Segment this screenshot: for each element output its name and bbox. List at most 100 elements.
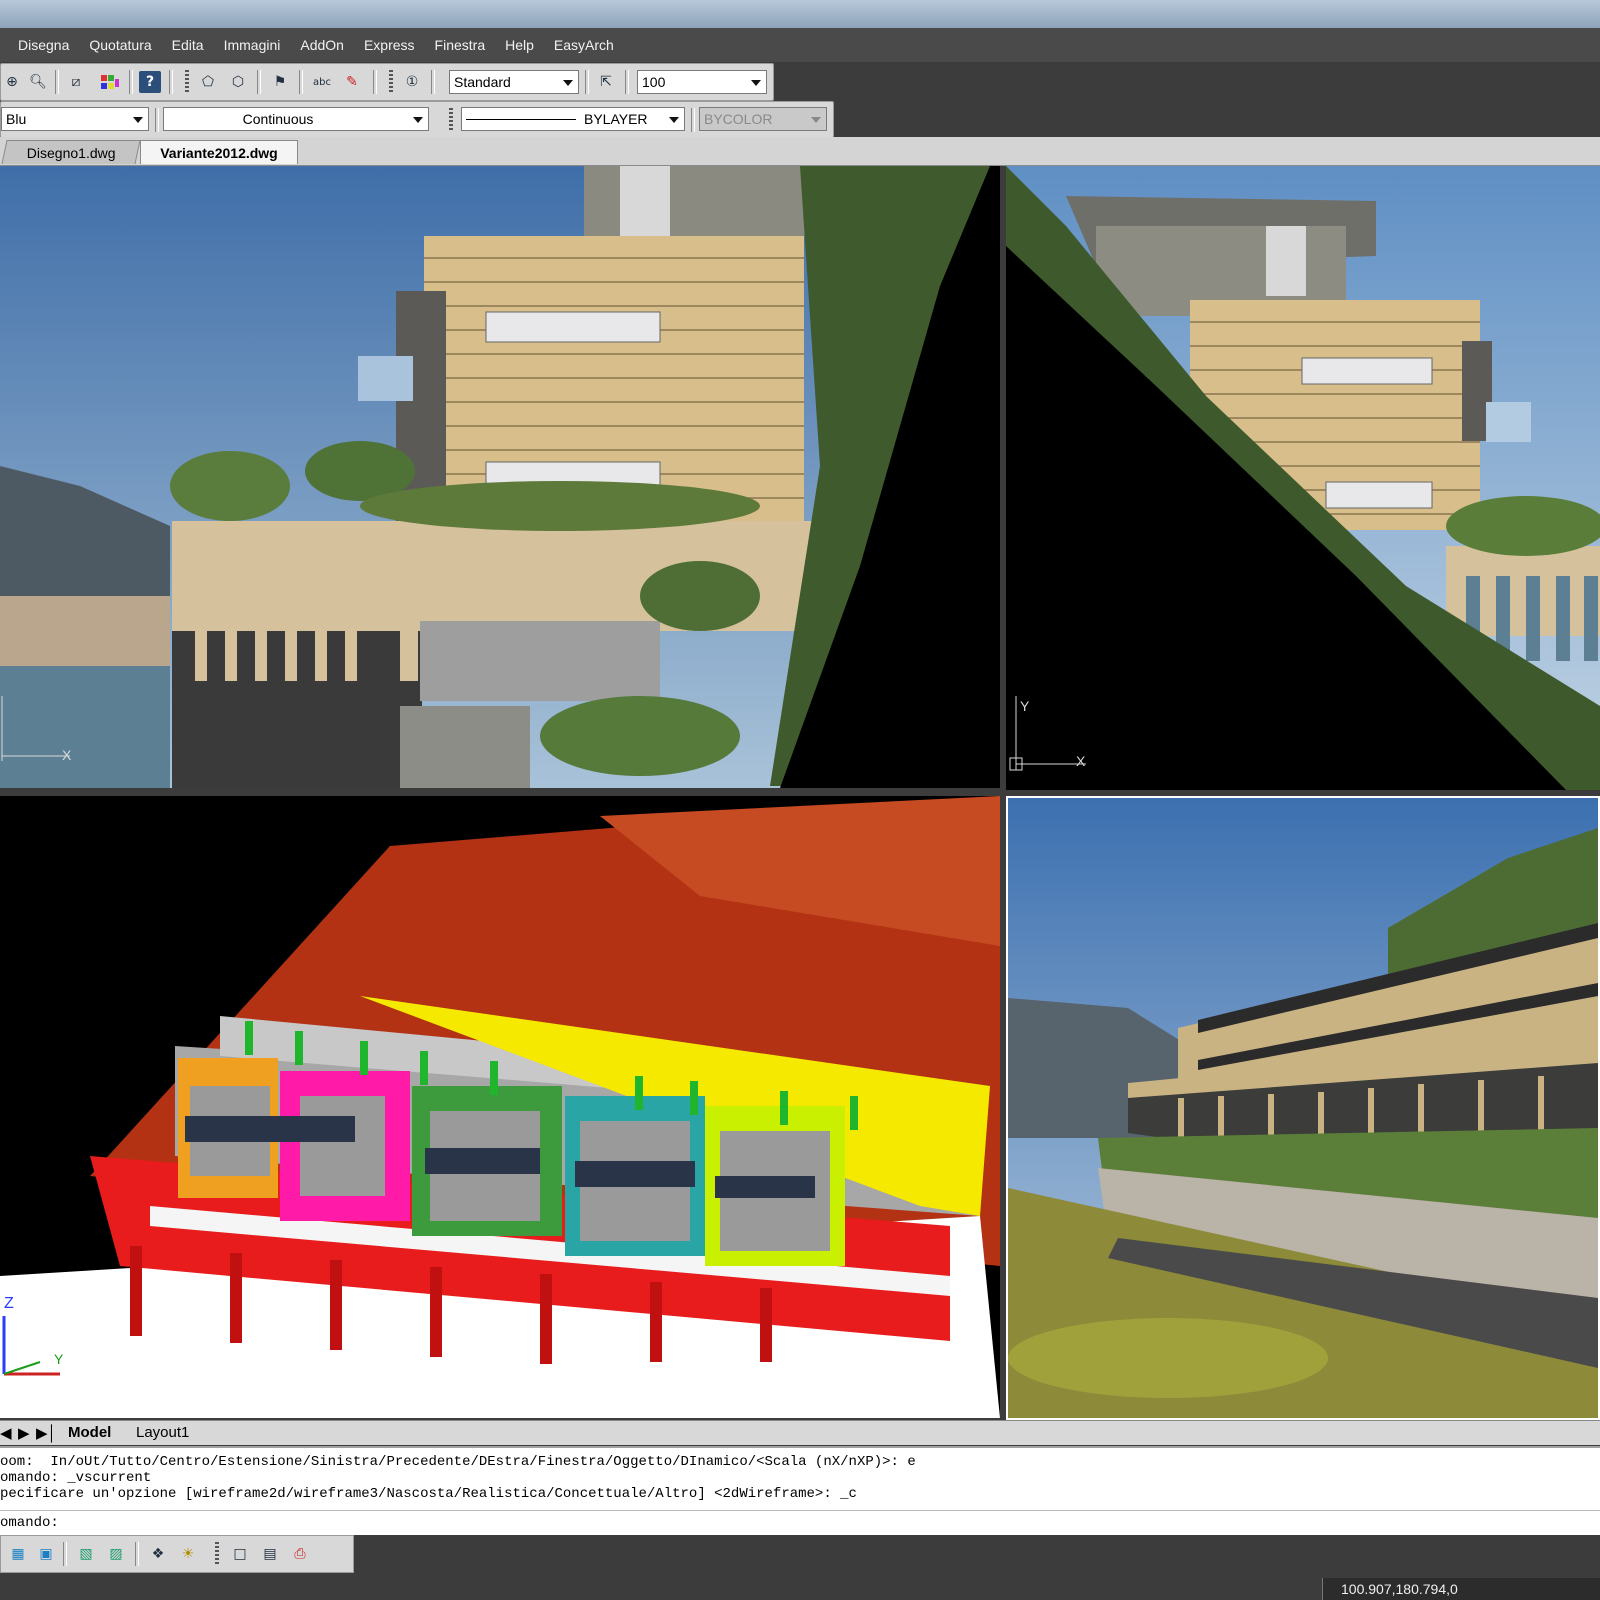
color-select[interactable]: Blu <box>1 107 149 131</box>
toolbar-separator <box>373 70 377 94</box>
toolbar-separator <box>55 70 59 94</box>
help-icon[interactable]: ? <box>139 71 161 93</box>
lineweight-sample <box>466 118 576 120</box>
perspective-render <box>1008 798 1598 1418</box>
menu-immagini[interactable]: Immagini <box>214 37 291 53</box>
properties-toolbar: Blu Continuous BYLAYER BYCOLOR <box>0 101 834 138</box>
toolbar-separator <box>257 70 261 94</box>
command-prompt[interactable]: omando: <box>0 1510 1600 1535</box>
toolbar-separator <box>135 1542 139 1566</box>
dimension-style-icon[interactable]: ⇱ <box>595 71 617 93</box>
viewport-bottom-left[interactable]: Z Y <box>0 796 1000 1418</box>
solid-icon[interactable]: ▣ <box>35 1543 57 1565</box>
text-style-icon[interactable]: ① <box>401 71 423 93</box>
lineweight-value: BYLAYER <box>584 111 648 127</box>
chevron-down-icon <box>811 117 821 123</box>
last-layout-icon[interactable]: ▶│ <box>36 1424 57 1442</box>
toolbar-separator <box>691 108 695 132</box>
lineweight-select[interactable]: BYLAYER <box>461 107 685 131</box>
toolbar-separator <box>625 70 629 94</box>
chevron-down-icon <box>133 117 143 123</box>
command-prompt-label: omando: <box>0 1515 59 1531</box>
first-layout-icon[interactable]: ◀ <box>0 1424 12 1442</box>
text-edit-icon[interactable]: ✎ <box>341 71 363 93</box>
tab-variante2012[interactable]: Variante2012.dwg <box>140 140 298 164</box>
menu-edita[interactable]: Edita <box>162 37 214 53</box>
color-palette-icon[interactable] <box>99 71 121 93</box>
zoom-previous-icon[interactable]: ⊕ <box>1 71 23 93</box>
scale-select[interactable]: 100 <box>637 70 767 94</box>
axis-y-label: Y <box>54 1351 64 1367</box>
menu-express[interactable]: Express <box>354 37 425 53</box>
camera-icon[interactable]: ▤ <box>259 1543 281 1565</box>
box-icon[interactable]: ▧ <box>75 1543 97 1565</box>
chevron-down-icon <box>669 117 679 123</box>
tab-label: Disegno1.dwg <box>26 144 116 161</box>
chevron-down-icon <box>413 117 423 123</box>
no-plot-icon[interactable]: ⧄ <box>65 71 87 93</box>
render-icon[interactable]: ▦ <box>7 1543 29 1565</box>
menu-help[interactable]: Help <box>495 37 544 53</box>
render-toolbar: ▦ ▣ ▧ ▨ ❖ ☀ □ ▤ ⎙ <box>0 1535 354 1573</box>
text-style-select[interactable]: Standard <box>449 70 579 94</box>
menu-addon[interactable]: AddOn <box>290 37 354 53</box>
toolbar-separator <box>129 70 133 94</box>
command-history-line: pecificare un'opzione [wireframe2d/wiref… <box>0 1486 857 1502</box>
chevron-down-icon <box>751 80 761 86</box>
menu-quotatura[interactable]: Quotatura <box>79 37 161 53</box>
toolbar-grip[interactable] <box>185 70 189 94</box>
axis-y-label: Y <box>1020 698 1030 714</box>
tab-label: Variante2012.dwg <box>160 144 278 161</box>
menu-easyarch[interactable]: EasyArch <box>544 37 624 53</box>
tab-model[interactable]: Model <box>68 1424 111 1441</box>
toolbar-separator <box>169 70 173 94</box>
scale-value: 100 <box>642 74 666 90</box>
command-history: oom: In/oUt/Tutto/Centro/Estensione/Sini… <box>0 1446 1600 1510</box>
find-icon[interactable]: ⚑ <box>269 71 291 93</box>
document-tab-bar: Disegno1.dwg Variante2012.dwg <box>0 137 1600 166</box>
menu-bar: Disegna Quotatura Edita Immagini AddOn E… <box>0 28 1600 62</box>
block-icon[interactable]: ⬠ <box>197 71 219 93</box>
viewport-top-right[interactable]: X Y <box>1006 166 1600 790</box>
toolbar-separator <box>585 70 589 94</box>
toolbar-separator <box>299 70 303 94</box>
standard-toolbar: ⊕ 🔍︎ ⧄ ? ⬠ ⬡ ⚑ abc ✎ ① Standard ⇱ 100 <box>0 63 774 101</box>
spellcheck-icon[interactable]: abc <box>311 71 333 93</box>
window-title-bar <box>0 0 1600 28</box>
axis-z-label: Z <box>4 1295 14 1312</box>
elevation-render-right: X Y <box>1006 166 1600 790</box>
light-icon[interactable]: ☀ <box>177 1543 199 1565</box>
menu-finestra[interactable]: Finestra <box>425 37 496 53</box>
layout-tab-bar: ◀ ▶ ▶│ Model Layout1 <box>0 1420 1600 1445</box>
toolbar-grip[interactable] <box>449 108 453 132</box>
material-icon[interactable]: ❖ <box>147 1543 169 1565</box>
toolbar-grip[interactable] <box>215 1542 219 1566</box>
tab-layout1[interactable]: Layout1 <box>136 1424 189 1441</box>
linetype-value: Continuous <box>242 111 314 127</box>
plot-icon[interactable]: ⎙ <box>289 1543 311 1565</box>
cylinder-icon[interactable]: ▨ <box>105 1543 127 1565</box>
toolbar-grip[interactable] <box>389 70 393 94</box>
status-bar: 100.907,180.794,0 <box>0 1574 1600 1600</box>
chevron-down-icon <box>563 80 573 86</box>
viewport-bottom-right[interactable] <box>1006 796 1600 1420</box>
viewport-top-left[interactable]: X <box>0 166 1000 788</box>
toolbar-separator <box>431 70 435 94</box>
block-attribute-icon[interactable]: ⬡ <box>227 71 249 93</box>
text-style-value: Standard <box>454 74 511 90</box>
linetype-select[interactable]: Continuous <box>163 107 429 131</box>
toolbar-separator <box>155 108 159 132</box>
command-history-line: omando: _vscurrent <box>0 1470 152 1486</box>
menu-disegna[interactable]: Disegna <box>8 37 79 53</box>
color-value: Blu <box>6 111 27 127</box>
command-history-line: oom: In/oUt/Tutto/Centro/Estensione/Sini… <box>0 1454 916 1470</box>
plotstyle-select: BYCOLOR <box>699 107 827 131</box>
elevation-render-left: X <box>0 166 1000 788</box>
toolbar-separator <box>63 1542 67 1566</box>
tab-disegno1[interactable]: Disegno1.dwg <box>1 140 141 164</box>
view-icon[interactable]: □ <box>229 1543 251 1565</box>
conceptual-3d-model: Z Y <box>0 796 1000 1418</box>
next-layout-icon[interactable]: ▶ <box>18 1424 30 1442</box>
coordinate-readout: 100.907,180.794,0 <box>1322 1578 1600 1600</box>
zoom-realtime-icon[interactable]: 🔍︎ <box>27 71 49 93</box>
